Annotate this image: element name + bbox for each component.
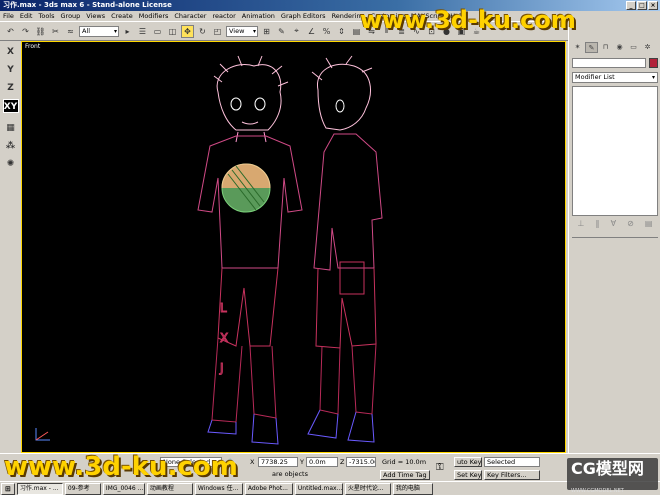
- display-tab-icon[interactable]: ▭: [627, 42, 640, 53]
- task-reference[interactable]: 09-参考: [64, 482, 101, 495]
- x-coordinate-field[interactable]: 7738.25: [258, 457, 298, 467]
- axis-z-button[interactable]: Z: [3, 81, 19, 95]
- angle-snap-icon[interactable]: ∠: [305, 25, 318, 38]
- windows-taskbar: ⊞ 习作.max - ... 09-参考 IMG_0046 ... 动画教程 W…: [0, 481, 660, 495]
- axis-constraints-toolbar: X Y Z XY ▦ ⁂ ✺: [0, 41, 21, 453]
- select-by-name-icon[interactable]: ☰: [136, 25, 149, 38]
- auto-key-button[interactable]: uto Key: [454, 457, 482, 467]
- menu-tools[interactable]: Tools: [38, 11, 54, 21]
- logo-text: CG模型网: [571, 459, 644, 478]
- select-rotate-icon[interactable]: ↻: [196, 25, 209, 38]
- modifier-list-dropdown[interactable]: Modifier List: [572, 72, 658, 83]
- axis-tripod: [35, 428, 50, 441]
- hierarchy-tab-icon[interactable]: ⊓: [599, 42, 612, 53]
- modify-tab-icon[interactable]: ✎: [585, 42, 598, 53]
- watermark-top: www.3d-ku.com: [360, 6, 576, 34]
- utilities-tab-icon[interactable]: ✲: [641, 42, 654, 53]
- maximize-button[interactable]: □: [637, 1, 647, 10]
- add-time-tag-button[interactable]: Add Time Tag: [380, 470, 430, 480]
- menu-animation[interactable]: Animation: [242, 11, 275, 21]
- set-key-button[interactable]: Set Key: [454, 470, 482, 480]
- redo-icon[interactable]: ↷: [19, 25, 32, 38]
- command-panel-tabs: ✶ ✎ ⊓ ◉ ▭ ✲: [571, 42, 659, 54]
- minimize-button[interactable]: _: [626, 1, 636, 10]
- modifier-stack[interactable]: [572, 86, 658, 216]
- svg-text:J: J: [219, 361, 224, 375]
- object-color-swatch[interactable]: [649, 58, 658, 68]
- object-name-field[interactable]: [572, 58, 646, 68]
- rollout-area: [572, 237, 658, 449]
- select-scale-icon[interactable]: ◰: [211, 25, 224, 38]
- show-end-result-icon[interactable]: ‖: [596, 219, 600, 231]
- percent-snap-icon[interactable]: %: [320, 25, 333, 38]
- motion-tab-icon[interactable]: ◉: [613, 42, 626, 53]
- task-3dsmax[interactable]: 习作.max - ...: [16, 482, 63, 495]
- task-windows[interactable]: Windows 任...: [194, 482, 243, 495]
- task-photoshop[interactable]: Adobe Phot...: [244, 482, 293, 495]
- unlink-icon[interactable]: ✂: [49, 25, 62, 38]
- task-untitled-max[interactable]: Untitled.max...: [294, 482, 343, 495]
- region-select-icon[interactable]: ▭: [151, 25, 164, 38]
- link-icon[interactable]: ⛓: [34, 25, 47, 38]
- reference-coordinate-select[interactable]: View: [226, 25, 258, 37]
- window-title: 习作.max - 3ds max 6 - Stand-alone License: [3, 1, 172, 9]
- configure-sets-icon[interactable]: ▤: [645, 219, 653, 231]
- snaps-toggle-icon[interactable]: ⌖: [290, 25, 303, 38]
- front-viewport[interactable]: Front L X J: [21, 41, 566, 453]
- select-manipulate-icon[interactable]: ✎: [275, 25, 288, 38]
- axis-x-button[interactable]: X: [3, 45, 19, 59]
- svg-text:X: X: [220, 331, 228, 345]
- wireframe-drawing: L X J: [35, 55, 383, 445]
- menu-reactor[interactable]: reactor: [212, 11, 235, 21]
- remove-modifier-icon[interactable]: ⊘: [627, 219, 634, 231]
- menu-modifiers[interactable]: Modifiers: [139, 11, 169, 21]
- task-forum[interactable]: 火星时代论...: [344, 482, 391, 495]
- key-mode-select[interactable]: Selected: [484, 457, 540, 467]
- create-tab-icon[interactable]: ✶: [571, 42, 584, 53]
- menu-file[interactable]: File: [3, 11, 14, 21]
- menu-create[interactable]: Create: [111, 11, 133, 21]
- menu-views[interactable]: Views: [86, 11, 105, 21]
- cgmodel-logo: CG模型网 WWW.CGMODEL.NET: [567, 458, 658, 494]
- pin-stack-icon[interactable]: ⊥: [578, 219, 585, 231]
- start-button[interactable]: ⊞: [1, 482, 15, 495]
- axis-y-button[interactable]: Y: [3, 63, 19, 77]
- make-unique-icon[interactable]: ∀: [611, 219, 616, 231]
- svg-text:L: L: [220, 301, 227, 315]
- z-coordinate-field[interactable]: -7315.06: [346, 457, 376, 467]
- undo-icon[interactable]: ↶: [4, 25, 17, 38]
- pivot-center-icon[interactable]: ⊞: [260, 25, 273, 38]
- menu-group[interactable]: Group: [61, 11, 81, 21]
- y-coordinate-field[interactable]: 0.0m: [306, 457, 338, 467]
- character-side-view: [307, 55, 383, 443]
- character-front-view: L X J: [197, 55, 303, 445]
- key-filters-button[interactable]: Key Filters...: [484, 470, 540, 480]
- axis-xy-button[interactable]: XY: [2, 99, 19, 113]
- array-icon[interactable]: ⁂: [3, 139, 19, 153]
- task-my-computer[interactable]: 我的电脑: [392, 482, 433, 495]
- menu-edit[interactable]: Edit: [20, 11, 33, 21]
- key-icon[interactable]: ⚿: [436, 462, 444, 473]
- window-crossing-icon[interactable]: ◫: [166, 25, 179, 38]
- grid-size: Grid = 10.0m: [382, 458, 427, 466]
- watermark-bottom: www.3d-ku.com: [4, 452, 238, 482]
- logo-sub: WWW.CGMODEL.NET: [571, 488, 624, 494]
- shirt-print: [221, 163, 271, 213]
- menu-graph-editors[interactable]: Graph Editors: [281, 11, 326, 21]
- select-move-icon[interactable]: ✥: [181, 24, 194, 38]
- selection-filter-select[interactable]: All: [79, 25, 119, 37]
- close-button[interactable]: ×: [648, 1, 658, 10]
- task-image[interactable]: IMG_0046 ...: [102, 482, 145, 495]
- command-panel: ✶ ✎ ⊓ ◉ ▭ ✲ Modifier List ⊥ ‖ ∀ ⊘ ▤: [568, 21, 660, 453]
- menu-character[interactable]: Character: [174, 11, 206, 21]
- prompt-line: are objects: [272, 470, 308, 478]
- spinner-snap-icon[interactable]: ⇕: [335, 25, 348, 38]
- stack-tools: ⊥ ‖ ∀ ⊘ ▤: [572, 219, 658, 231]
- box-icon[interactable]: ▦: [3, 121, 19, 135]
- bind-space-warp-icon[interactable]: ≈: [64, 25, 77, 38]
- particle-icon[interactable]: ✺: [3, 157, 19, 171]
- select-object-icon[interactable]: ▸: [121, 25, 134, 38]
- task-tutorial[interactable]: 动画教程: [146, 482, 193, 495]
